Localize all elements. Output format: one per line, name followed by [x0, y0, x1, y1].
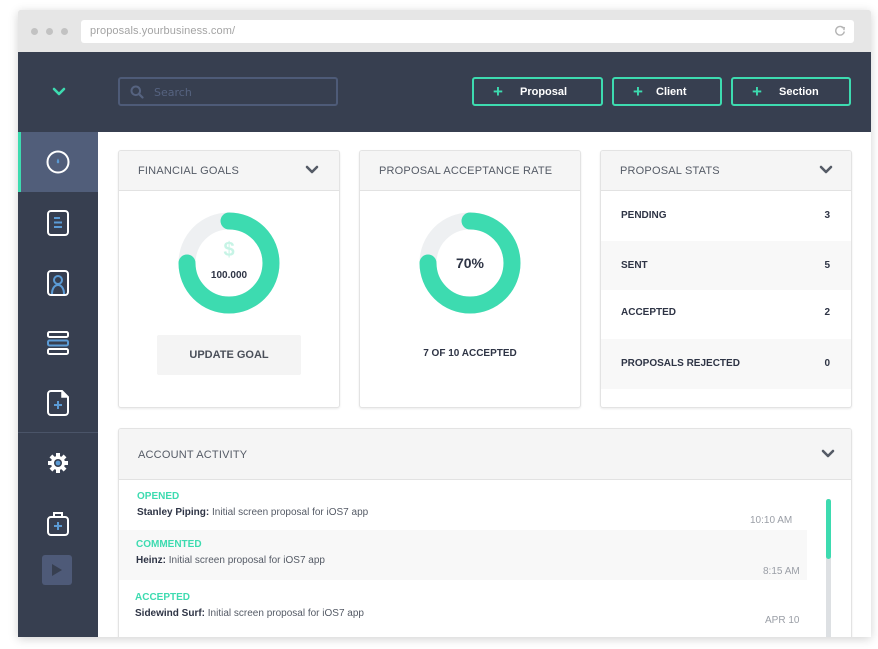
- acceptance-percent: 70%: [455, 255, 485, 271]
- document-lines-icon: [47, 210, 69, 236]
- search-icon: [130, 85, 144, 99]
- scrollbar-thumb[interactable]: [826, 499, 831, 559]
- sidebar-item-documents[interactable]: [18, 192, 98, 252]
- update-goal-button[interactable]: UPDATE GOAL: [157, 335, 301, 375]
- financial-goals-card: FINANCIAL GOALS $ 100.000 UPDATE GOAL: [118, 150, 340, 408]
- reload-icon[interactable]: [834, 25, 846, 37]
- activity-item[interactable]: COMMENTED Heinz: Initial screen proposal…: [119, 530, 807, 580]
- chevron-down-icon[interactable]: [305, 165, 319, 175]
- sidebar: [18, 132, 98, 637]
- activity-client: Heinz:: [136, 555, 166, 566]
- dollar-icon: $: [223, 239, 235, 261]
- plus-icon: +: [633, 82, 643, 101]
- browser-chrome: proposals.yourbusiness.com/: [18, 10, 871, 52]
- activity-text: Initial screen proposal for iOS7 app: [166, 555, 325, 566]
- stat-label: PENDING: [621, 210, 667, 221]
- sidebar-item-contacts[interactable]: [18, 252, 98, 312]
- stat-value: 5: [824, 260, 830, 271]
- stat-label: SENT: [621, 260, 648, 271]
- add-proposal-label: Proposal: [520, 86, 568, 98]
- sidebar-item-sections[interactable]: [18, 312, 98, 372]
- activity-status: COMMENTED: [136, 539, 202, 550]
- search-input[interactable]: [154, 83, 324, 101]
- account-activity-card: ACCOUNT ACTIVITY OPENED Stanley Piping: …: [118, 428, 852, 637]
- card-title: PROPOSAL STATS: [620, 165, 720, 177]
- activity-time: 10:10 AM: [750, 515, 793, 526]
- dashboard-content: FINANCIAL GOALS $ 100.000 UPDATE GOAL PR…: [98, 132, 871, 637]
- card-title: PROPOSAL ACCEPTANCE RATE: [379, 165, 553, 177]
- activity-description: Stanley Piping: Initial screen proposal …: [137, 507, 368, 518]
- play-icon: [52, 564, 62, 576]
- stat-value: 3: [824, 210, 830, 221]
- activity-item[interactable]: OPENED Stanley Piping: Initial screen pr…: [119, 481, 807, 530]
- activity-description: Heinz: Initial screen proposal for iOS7 …: [136, 555, 325, 566]
- sidebar-item-settings[interactable]: [18, 433, 98, 493]
- card-title: ACCOUNT ACTIVITY: [138, 449, 248, 461]
- plus-icon: +: [752, 82, 762, 101]
- address-bar[interactable]: proposals.yourbusiness.com/: [81, 20, 854, 43]
- stat-row-rejected: PROPOSALS REJECTED 0: [601, 339, 851, 389]
- activity-text: Initial screen proposal for iOS7 app: [209, 507, 369, 518]
- add-proposal-button[interactable]: + Proposal: [472, 77, 603, 106]
- acceptance-rate-card: PROPOSAL ACCEPTANCE RATE 70% 7 OF 10 ACC…: [359, 150, 581, 408]
- chevron-down-icon[interactable]: [51, 86, 67, 98]
- plus-icon: +: [493, 82, 503, 101]
- drop-circle-icon: [46, 150, 70, 174]
- search-box[interactable]: [118, 77, 338, 106]
- card-header: FINANCIAL GOALS: [119, 151, 339, 191]
- activity-status: OPENED: [137, 491, 180, 502]
- contact-card-icon: [47, 270, 69, 296]
- sidebar-item-new-document[interactable]: [18, 372, 98, 432]
- card-title: FINANCIAL GOALS: [138, 165, 240, 177]
- activity-time: APR 10: [765, 615, 800, 626]
- activity-client: Sidewind Surf:: [135, 608, 205, 619]
- goal-amount: 100.000: [210, 270, 248, 281]
- stat-row-accepted: ACCEPTED 2: [601, 290, 851, 339]
- activity-description: Sidewind Surf: Initial screen proposal f…: [135, 608, 364, 619]
- top-bar: + Proposal + Client + Section: [18, 52, 871, 132]
- activity-client: Stanley Piping:: [137, 507, 210, 518]
- window-dot-close[interactable]: [31, 28, 38, 35]
- goal-donut-svg: [178, 212, 280, 314]
- stat-value: 2: [824, 307, 830, 318]
- stat-label: PROPOSALS REJECTED: [621, 358, 740, 369]
- add-section-label: Section: [779, 86, 819, 98]
- chevron-down-icon[interactable]: [821, 449, 835, 459]
- stat-row-sent: SENT 5: [601, 241, 851, 290]
- play-button[interactable]: [42, 555, 72, 585]
- gear-icon: [48, 453, 68, 473]
- chevron-down-icon[interactable]: [819, 165, 833, 175]
- activity-item[interactable]: ACCEPTED Sidewind Surf: Initial screen p…: [119, 580, 807, 629]
- activity-scrollbar[interactable]: [826, 499, 831, 637]
- url-text: proposals.yourbusiness.com/: [90, 25, 236, 37]
- add-client-button[interactable]: + Client: [612, 77, 722, 106]
- document-add-icon: [47, 390, 69, 416]
- card-header: PROPOSAL ACCEPTANCE RATE: [360, 151, 580, 191]
- briefcase-add-icon: [47, 512, 69, 536]
- stack-rows-icon: [47, 331, 69, 355]
- sidebar-item-dashboard[interactable]: [18, 132, 98, 192]
- stat-label: ACCEPTED: [621, 307, 677, 318]
- window-dot-maximize[interactable]: [61, 28, 68, 35]
- card-header: ACCOUNT ACTIVITY: [119, 429, 851, 480]
- browser-window: proposals.yourbusiness.com/ + Proposal: [18, 10, 871, 637]
- activity-status: ACCEPTED: [135, 592, 191, 603]
- add-client-label: Client: [656, 86, 687, 98]
- add-section-button[interactable]: + Section: [731, 77, 851, 106]
- acceptance-donut-chart: 70%: [418, 211, 522, 315]
- activity-text: Initial screen proposal for iOS7 app: [205, 608, 364, 619]
- goal-donut-chart: $ 100.000: [177, 211, 281, 315]
- acceptance-summary: 7 OF 10 ACCEPTED: [423, 348, 517, 359]
- card-header: PROPOSAL STATS: [601, 151, 851, 191]
- activity-time: 8:15 AM: [763, 566, 800, 577]
- sidebar-item-add-case[interactable]: [18, 493, 98, 553]
- window-dot-minimize[interactable]: [46, 28, 53, 35]
- proposal-stats-card: PROPOSAL STATS PENDING 3 SENT 5 ACCEPTED…: [600, 150, 852, 408]
- app: + Proposal + Client + Section: [18, 52, 871, 637]
- stat-value: 0: [824, 358, 830, 369]
- stat-row-pending: PENDING 3: [601, 192, 851, 241]
